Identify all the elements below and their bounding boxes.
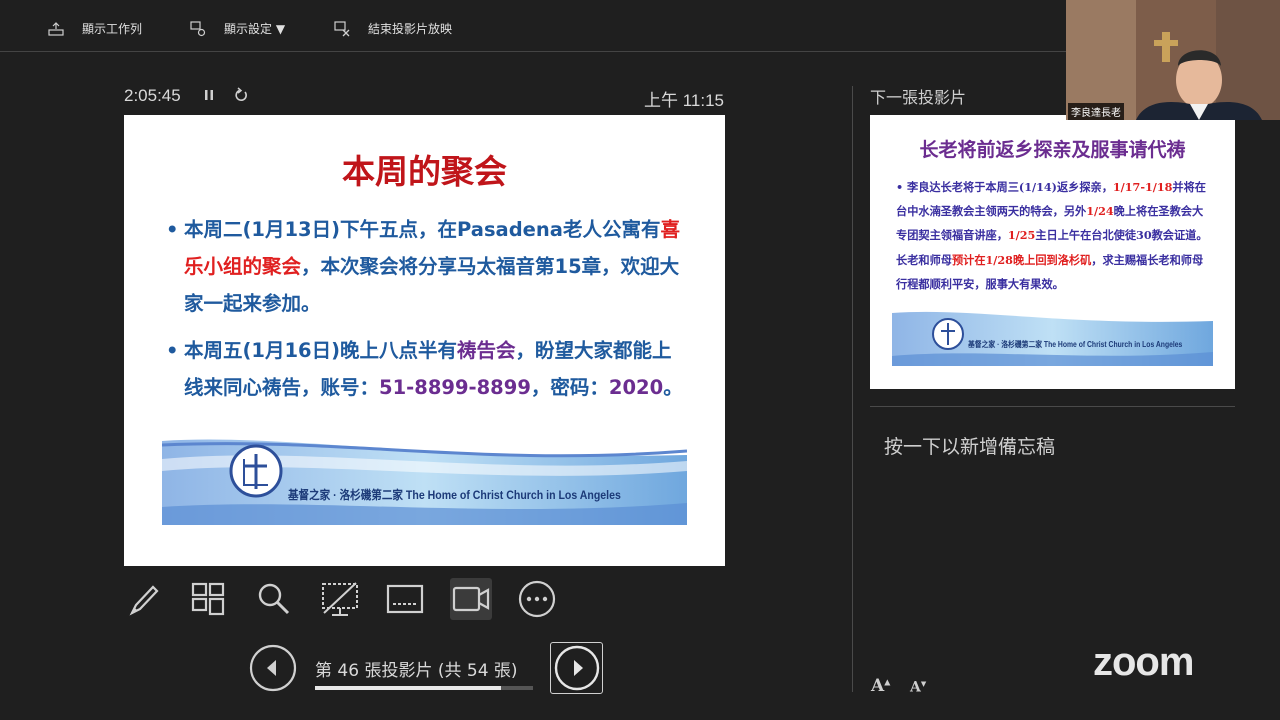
bullet-dot: • (166, 218, 179, 241)
current-slide[interactable]: 本周的聚会 • 本周二(1月13日)下午五点，在Pasadena老人公寓有喜乐小… (124, 115, 725, 566)
end-slideshow-icon (334, 20, 350, 36)
pen-tool-button[interactable] (123, 578, 165, 620)
increase-font-label: A (871, 676, 885, 696)
account-number: 51-8899-8899 (379, 376, 531, 399)
slide-progress-fill (315, 686, 501, 690)
participant-video[interactable]: 李良達長老 (1066, 0, 1280, 120)
subtitles-icon (386, 584, 424, 614)
next-banner-wave-graphic (892, 310, 1213, 366)
next-icon (554, 645, 599, 691)
slide-counter[interactable]: 第 46 張投影片 (共 54 張) (315, 656, 518, 681)
password: 2020 (608, 376, 664, 399)
next-slide-title: 长老将前返乡探亲及服事请代祷 (919, 139, 1186, 161)
next-bullet-dot: • (896, 180, 908, 194)
end-slideshow-button[interactable]: 結束投影片放映 (334, 20, 452, 37)
show-taskbar-button[interactable]: 顯示工作列 (48, 20, 142, 37)
see-all-slides-icon (191, 582, 225, 616)
next-slide-label: 下一張投影片 (870, 88, 967, 107)
more-options-icon (518, 580, 556, 618)
next-banner-text: 基督之家 · 洛杉磯第二家 The Home of Christ Church … (968, 340, 1183, 349)
zoom-logo: zoom (1093, 640, 1194, 684)
more-options-button[interactable] (516, 578, 558, 620)
camera-toggle-button[interactable] (450, 578, 492, 620)
display-settings-icon (190, 20, 206, 36)
reset-timer-button[interactable] (233, 86, 249, 108)
show-taskbar-label: 顯示工作列 (82, 22, 143, 36)
elapsed-timer: 2:05:45 (124, 86, 181, 105)
pause-timer-button[interactable] (202, 86, 216, 108)
display-settings-label: 顯示設定 ▼ (224, 22, 286, 36)
bullet-dot: • (166, 339, 179, 362)
end-slideshow-label: 結束投影片放映 (368, 22, 453, 36)
bullet-2-highlight: 祷告会 (457, 339, 516, 362)
zoom-in-icon (258, 583, 290, 615)
next-highlight-2: 1/24 (1086, 204, 1114, 219)
increase-font-arrow-icon: ▲ (884, 676, 891, 687)
decrease-font-button[interactable]: A▼ (910, 679, 926, 696)
reset-icon (235, 87, 247, 101)
display-settings-button[interactable]: 顯示設定 ▼ (190, 20, 285, 37)
black-screen-button[interactable] (319, 578, 361, 620)
next-slide-preview[interactable]: 长老将前返乡探亲及服事请代祷 • 李良达长老将于本周三(1/14)返乡探亲，1/… (870, 115, 1235, 389)
decrease-font-label: A (910, 679, 921, 696)
banner-text: 基督之家 · 洛杉磯第二家 The Home of Christ Church … (288, 488, 621, 502)
bullet-1-part-a: 本周二(1月13日)下午五点，在Pasadena老人公寓有 (184, 218, 661, 241)
see-all-slides-button[interactable] (187, 578, 229, 620)
next-slide-body: • 李良达长老将于本周三(1/14)返乡探亲，1/17-1/18并将在台中水湳圣… (896, 175, 1214, 296)
church-banner: 基督之家 · 洛杉磯第二家 The Home of Christ Church … (162, 437, 687, 525)
bullet-2-text: 本周五(1月16日)晚上八点半有祷告会，盼望大家都能上线来同心祷告，账号：51-… (166, 332, 686, 406)
bullet-1: • 本周二(1月13日)下午五点，在Pasadena老人公寓有喜乐小组的聚会，本… (166, 211, 686, 322)
bullet-2-part-a: 本周五(1月16日)晚上八点半有 (184, 339, 458, 362)
next-church-banner: 基督之家 · 洛杉磯第二家 The Home of Christ Church … (892, 310, 1213, 366)
banner-wave-graphic (162, 437, 687, 525)
camera-icon (452, 586, 490, 612)
bullet-2: • 本周五(1月16日)晚上八点半有祷告会，盼望大家都能上线来同心祷告，账号：5… (166, 332, 686, 406)
previous-icon (249, 644, 297, 692)
decrease-font-arrow-icon: ▼ (920, 679, 927, 688)
zoom-slide-button[interactable] (253, 578, 295, 620)
next-highlight-1: 1/17-1/18 (1112, 180, 1173, 194)
bullet-1-text: 本周二(1月13日)下午五点，在Pasadena老人公寓有喜乐小组的聚会，本次聚… (166, 211, 686, 322)
next-highlight-3: 1/25 (1007, 228, 1036, 243)
increase-font-button[interactable]: A▲ (871, 676, 890, 696)
participant-video-feed (1066, 0, 1280, 120)
next-slide-button[interactable] (550, 642, 603, 694)
bullet-2-part-c: ，密码： (530, 376, 609, 399)
participant-name: 李良達長老 (1068, 103, 1124, 120)
next-highlight-4: 预计在1/28晚上回到洛杉矶 (951, 252, 1092, 267)
bullet-2-end: 。 (663, 376, 683, 399)
pen-icon (129, 585, 159, 616)
speaker-notes-placeholder[interactable]: 按一下以新增備忘稿 (884, 432, 1055, 459)
taskbar-icon (48, 21, 64, 36)
subtitles-button[interactable] (384, 578, 426, 620)
next-text-1: 李良达长老将于本周三(1/14)返乡探亲， (907, 180, 1113, 194)
current-time: 上午 11:15 (643, 91, 724, 110)
slide-progress-bar (315, 686, 533, 690)
pause-icon (205, 90, 213, 100)
notes-divider (870, 406, 1235, 407)
previous-slide-button[interactable] (249, 644, 297, 696)
black-screen-icon (322, 582, 358, 616)
panel-divider (852, 86, 853, 692)
slide-title: 本周的聚会 (342, 152, 507, 191)
